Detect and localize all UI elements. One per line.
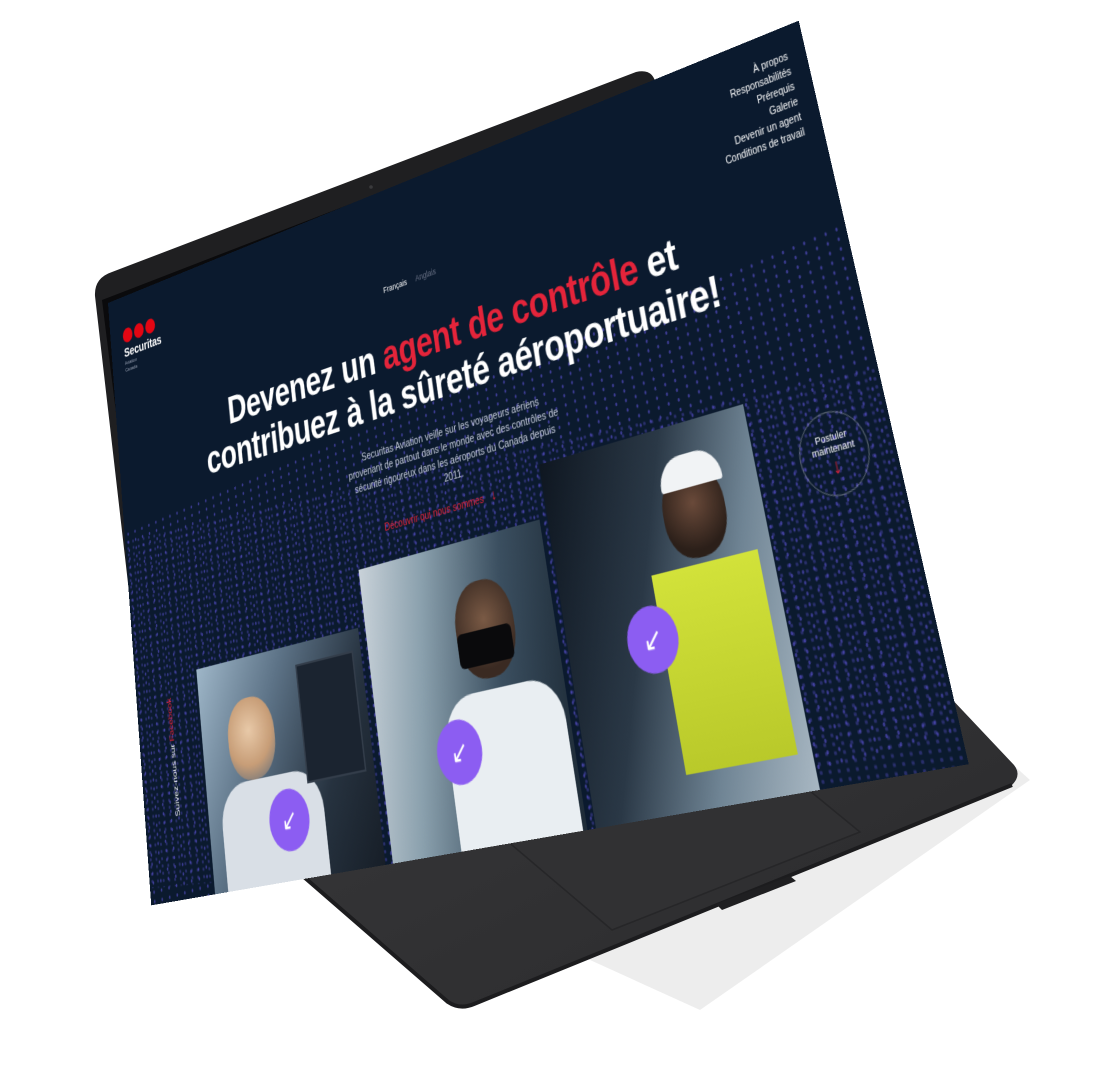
language-switcher: Français Anglais [383, 264, 444, 295]
lang-anglais[interactable]: Anglais [415, 266, 437, 283]
main-nav: À propos Responsabilités Prérequis Galer… [709, 49, 806, 169]
lang-francais[interactable]: Français [383, 277, 408, 295]
securitas-logo[interactable]: Securitas Aviation Canada [122, 315, 163, 374]
photo-agent-1[interactable]: ↙ [196, 627, 387, 905]
